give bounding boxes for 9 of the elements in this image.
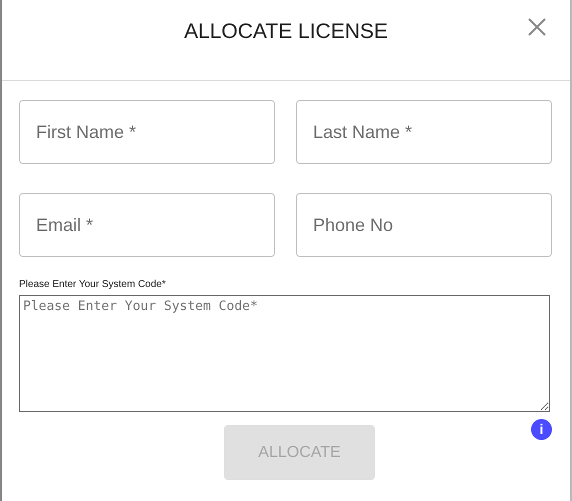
input-field[interactable]: Last Name * — [296, 100, 552, 164]
info-icon[interactable]: i — [531, 419, 552, 440]
field-label: Please Enter Your System Code* — [19, 278, 166, 292]
system-code-field[interactable]: Please Enter Your System Code* — [19, 295, 550, 412]
dialog-title: ALLOCATE LICENSE — [184, 19, 388, 44]
input-field[interactable]: Email * — [19, 193, 275, 257]
close-icon[interactable] — [526, 16, 548, 38]
input-field[interactable]: Phone No — [296, 193, 552, 257]
input-field[interactable]: First Name * — [19, 100, 275, 164]
